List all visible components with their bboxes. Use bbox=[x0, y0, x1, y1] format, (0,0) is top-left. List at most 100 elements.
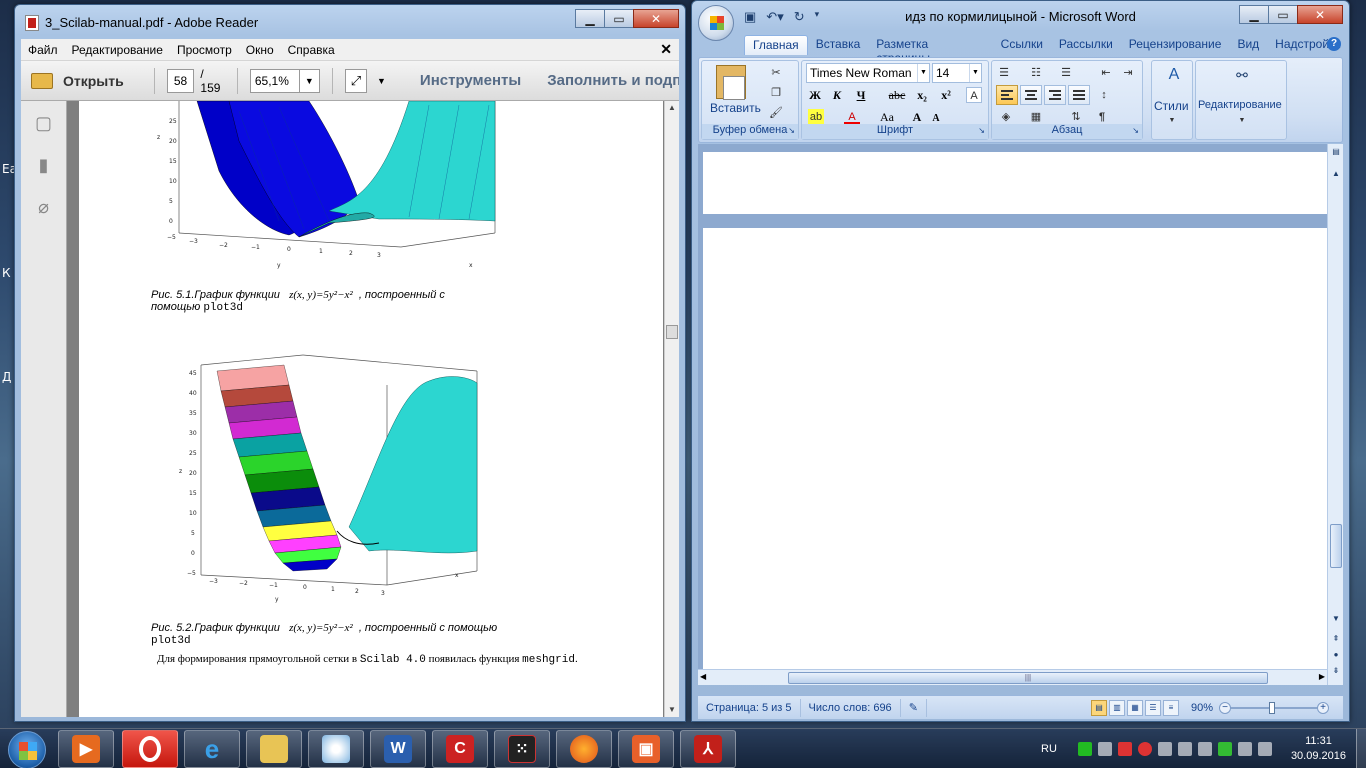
title-bar[interactable]: 3_Scilab-manual.pdf - Adobe Reader ▁ ▭ ✕ bbox=[15, 5, 685, 39]
paste-button[interactable]: Вставить bbox=[710, 101, 761, 115]
dialog-launcher-icon[interactable]: ↘ bbox=[978, 126, 985, 135]
zoom-out-icon[interactable]: − bbox=[1219, 701, 1231, 714]
page-status[interactable]: Страница: 5 из 5 bbox=[698, 698, 801, 717]
scroll-thumb[interactable] bbox=[666, 325, 678, 339]
maximize-button[interactable]: ▭ bbox=[604, 9, 634, 28]
zoom-level[interactable]: 90% bbox=[1191, 702, 1213, 714]
next-page-icon[interactable]: ⇟ bbox=[1330, 665, 1342, 677]
page-previous[interactable] bbox=[703, 152, 1327, 214]
taskbar-adobe-reader[interactable]: ⅄ bbox=[680, 730, 736, 768]
minimize-button[interactable]: ▁ bbox=[575, 9, 605, 28]
menu-help[interactable]: Справка bbox=[281, 43, 342, 57]
zoom-slider[interactable]: − + bbox=[1219, 700, 1329, 716]
cut-icon[interactable]: ✂ bbox=[768, 65, 784, 81]
tools-button[interactable]: Инструменты bbox=[420, 72, 521, 89]
styles-icon[interactable]: A bbox=[1164, 67, 1184, 87]
tray-app-icon[interactable] bbox=[1117, 742, 1132, 756]
document-area[interactable]: 25 20 15 10 5 0 −5 z −3 −2 −1 0 1 2 3 y … bbox=[67, 101, 665, 717]
find-binoculars-icon[interactable]: ⚯ bbox=[1232, 67, 1252, 87]
italic-button[interactable]: К bbox=[828, 85, 846, 105]
tab-home[interactable]: Главная bbox=[744, 35, 808, 55]
close-document-icon[interactable]: ✕ bbox=[653, 41, 679, 58]
tab-review[interactable]: Рецензирование bbox=[1121, 35, 1230, 55]
chevron-down-icon[interactable]: ▼ bbox=[1164, 113, 1180, 129]
scroll-up-icon[interactable]: ▲ bbox=[665, 101, 679, 115]
paste-icon[interactable] bbox=[716, 65, 746, 100]
action-center-icon[interactable] bbox=[1237, 742, 1252, 756]
bullets-icon[interactable]: ☰ bbox=[996, 65, 1012, 81]
menu-view[interactable]: Просмотр bbox=[170, 43, 239, 57]
font-color-icon[interactable]: A bbox=[844, 109, 860, 125]
taskbar-ie[interactable]: e bbox=[184, 730, 240, 768]
minimize-button[interactable]: ▁ bbox=[1239, 5, 1269, 24]
print-layout-icon[interactable]: ▤ bbox=[1090, 699, 1107, 716]
tray-app-icon[interactable] bbox=[1257, 742, 1272, 756]
document-workspace[interactable] bbox=[698, 144, 1327, 669]
fit-page-icon[interactable]: ⤢ bbox=[344, 68, 367, 93]
taskbar-comodo[interactable]: C bbox=[432, 730, 488, 768]
outline-icon[interactable]: ☰ bbox=[1144, 699, 1161, 716]
vertical-scrollbar[interactable]: ▤ ▲ ▼ ⇞ ● ⇟ bbox=[1327, 144, 1343, 685]
adobe-reader-window[interactable]: 3_Scilab-manual.pdf - Adobe Reader ▁ ▭ ✕… bbox=[14, 4, 686, 722]
chevron-down-icon[interactable]: ▼ bbox=[298, 69, 319, 92]
align-right-button[interactable] bbox=[1044, 85, 1066, 105]
line-spacing-icon[interactable]: ↕ bbox=[1096, 87, 1112, 103]
scroll-down-icon[interactable]: ▼ bbox=[1330, 613, 1342, 625]
word-count[interactable]: Число слов: 696 bbox=[801, 698, 901, 717]
comodo-tray-icon[interactable] bbox=[1137, 742, 1152, 756]
clear-formatting-icon[interactable]: A bbox=[966, 87, 982, 103]
full-screen-reading-icon[interactable]: ▥ bbox=[1108, 699, 1125, 716]
ruler-toggle-icon[interactable]: ▤ bbox=[1330, 146, 1342, 158]
nvidia-icon[interactable] bbox=[1077, 742, 1092, 756]
tab-view[interactable]: Вид bbox=[1229, 35, 1267, 55]
previous-page-icon[interactable]: ⇞ bbox=[1330, 633, 1342, 645]
font-size-select[interactable]: 14 ▼ bbox=[932, 63, 982, 83]
sync-icon[interactable] bbox=[1217, 742, 1232, 756]
scroll-up-icon[interactable]: ▲ bbox=[1330, 168, 1342, 180]
attachment-icon[interactable]: ⌀ bbox=[34, 197, 54, 219]
strikethrough-button[interactable]: abc bbox=[884, 85, 910, 105]
taskbar-media-player[interactable]: ▶ bbox=[58, 730, 114, 768]
taskbar-firefox[interactable] bbox=[556, 730, 612, 768]
scroll-left-icon[interactable]: ◀ bbox=[700, 672, 706, 681]
open-button[interactable]: Открыть bbox=[31, 72, 124, 89]
vertical-scrollbar[interactable]: ▲ ▼ bbox=[664, 101, 679, 717]
menu-window[interactable]: Окно bbox=[239, 43, 281, 57]
horizontal-scrollbar[interactable]: ◀ ||| ▶ bbox=[698, 669, 1327, 685]
show-marks-icon[interactable]: ¶ bbox=[1094, 109, 1110, 125]
bookmark-icon[interactable]: ▮ bbox=[34, 155, 54, 177]
underline-button[interactable]: Ч bbox=[850, 85, 872, 105]
highlight-icon[interactable]: ab bbox=[808, 109, 824, 125]
scroll-down-icon[interactable]: ▼ bbox=[665, 703, 679, 717]
tab-mailings[interactable]: Рассылки bbox=[1051, 35, 1121, 55]
zoom-in-icon[interactable]: + bbox=[1317, 701, 1329, 714]
show-desktop-button[interactable] bbox=[1356, 729, 1366, 768]
copy-icon[interactable]: ❐ bbox=[768, 85, 784, 101]
bold-button[interactable]: Ж bbox=[806, 85, 824, 105]
volume-icon[interactable] bbox=[1177, 742, 1192, 756]
chevron-down-icon[interactable]: ▼ bbox=[969, 64, 981, 82]
tab-insert[interactable]: Вставка bbox=[808, 35, 869, 55]
page-number-input[interactable]: 58 bbox=[166, 68, 195, 93]
styles-button[interactable]: Стили bbox=[1154, 99, 1189, 113]
taskbar-explorer[interactable] bbox=[246, 730, 302, 768]
maximize-button[interactable]: ▭ bbox=[1268, 5, 1298, 24]
word-window[interactable]: ▣ ↶▾ ↻ ▾ идз по кормилицыной - Microsoft… bbox=[691, 0, 1350, 722]
tab-references[interactable]: Ссылки bbox=[993, 35, 1051, 55]
align-left-button[interactable] bbox=[996, 85, 1018, 105]
start-button[interactable] bbox=[8, 731, 46, 768]
dialog-launcher-icon[interactable]: ↘ bbox=[1132, 126, 1139, 135]
close-button[interactable]: ✕ bbox=[1297, 5, 1343, 24]
numbering-icon[interactable]: ☷ bbox=[1028, 65, 1044, 81]
tab-page-layout[interactable]: Разметка страницы bbox=[868, 35, 992, 65]
pages-icon[interactable]: ▢ bbox=[34, 113, 54, 135]
font-name-select[interactable]: Times New Roman ▼ bbox=[806, 63, 930, 83]
toolbar-overflow-icon[interactable]: ▼ bbox=[377, 76, 386, 86]
zoom-thumb[interactable] bbox=[1269, 701, 1275, 714]
scroll-thumb[interactable] bbox=[1330, 524, 1342, 568]
sort-icon[interactable]: ⇅ bbox=[1068, 109, 1084, 125]
fill-sign-button[interactable]: Заполнить и подпи bbox=[547, 72, 679, 89]
browse-object-icon[interactable]: ● bbox=[1330, 649, 1342, 661]
clock[interactable]: 11:31 30.09.2016 bbox=[1291, 734, 1346, 764]
subscript-button[interactable]: x₂ bbox=[912, 85, 932, 105]
